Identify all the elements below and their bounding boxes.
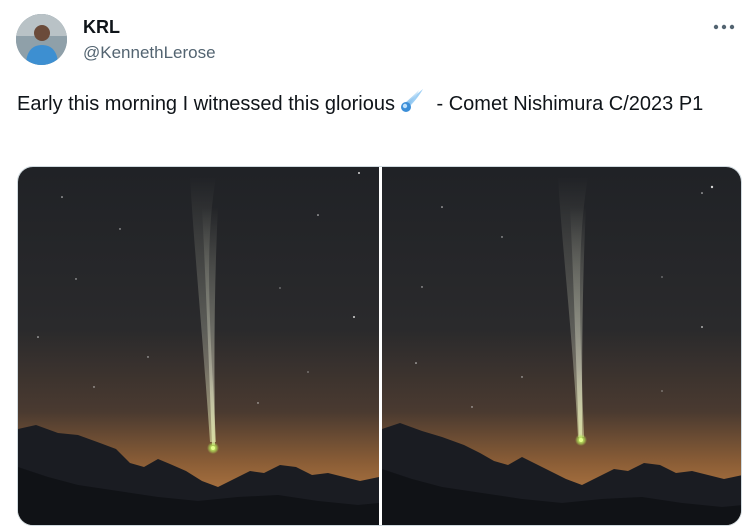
- author-name[interactable]: KRL: [83, 16, 120, 38]
- comet-photo-right[interactable]: [382, 167, 741, 525]
- media-grid: [17, 166, 742, 526]
- more-horizontal-icon: [713, 24, 735, 30]
- tweet-text-after: - Comet Nishimura C/2023 P1: [430, 93, 704, 115]
- tweet-text-before: Early this morning I witnessed this glor…: [17, 93, 395, 115]
- comet-photo-image: [382, 167, 741, 525]
- tweet-text: Early this morning I witnessed this glor…: [17, 88, 707, 124]
- avatar[interactable]: [16, 14, 67, 65]
- author-handle[interactable]: @KennethLerose: [83, 42, 216, 64]
- comet-emoji-icon: [399, 88, 425, 124]
- profile-photo-icon: [16, 14, 67, 65]
- comet-photo-image: [18, 167, 379, 525]
- comet-photo-left[interactable]: [18, 167, 379, 525]
- more-options-button[interactable]: [704, 10, 744, 44]
